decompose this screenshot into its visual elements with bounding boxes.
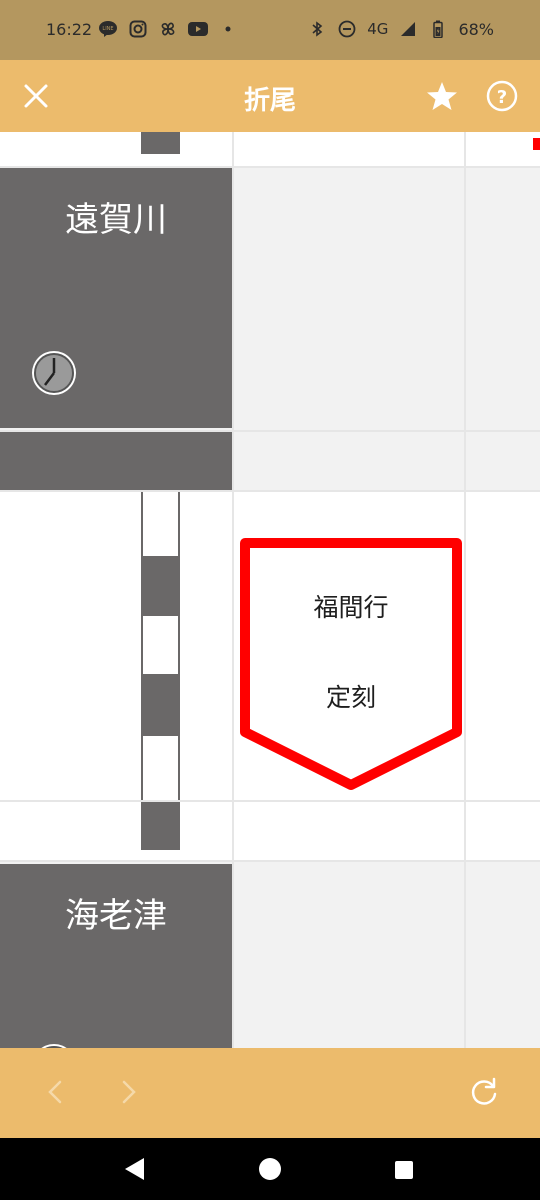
battery-percent: 68% <box>458 19 494 39</box>
clock-icon[interactable] <box>30 349 78 401</box>
row-cell <box>234 802 464 860</box>
svg-text:?: ? <box>497 87 507 108</box>
rail-segment <box>141 736 180 800</box>
rail-segment <box>141 492 180 556</box>
bottom-bar <box>0 1048 540 1138</box>
row-cell <box>0 802 232 860</box>
chevron-right-icon[interactable] <box>110 1074 146 1110</box>
rail-segment <box>141 674 180 736</box>
train-destination: 福間行 <box>313 593 389 622</box>
grid-line <box>0 430 540 432</box>
top-row-cell <box>234 132 464 166</box>
network-type: 4G <box>367 20 389 38</box>
top-row-cell <box>0 132 232 166</box>
grid-line <box>0 166 540 168</box>
svg-text:LINE: LINE <box>102 26 113 32</box>
help-icon[interactable]: ? <box>484 78 520 114</box>
rail-segment <box>141 132 180 154</box>
instagram-icon <box>128 19 148 39</box>
battery-icon <box>428 19 448 39</box>
grid-line <box>0 490 540 492</box>
timetable-grid[interactable]: 遠賀川 海老津 福間行 定刻 <box>0 132 540 1048</box>
train-row-cell <box>466 492 540 800</box>
top-row-cell <box>466 132 540 166</box>
home-icon[interactable] <box>258 1157 282 1185</box>
status-time: 16:22 <box>46 20 93 39</box>
status-bar: 16:22 LINE 4G 68% <box>0 0 540 60</box>
youtube-icon <box>188 19 208 39</box>
train-row-cell <box>0 492 232 800</box>
rail-segment <box>141 802 180 850</box>
line-icon: LINE <box>98 19 118 39</box>
grid-line <box>464 132 466 1048</box>
partial-marker <box>533 138 540 150</box>
rail-segment <box>141 556 180 616</box>
chevron-left-icon[interactable] <box>38 1074 74 1110</box>
status-left-icons: LINE <box>98 19 238 39</box>
train-marker[interactable] <box>238 536 464 792</box>
dnd-icon <box>337 19 357 39</box>
grid-line <box>232 132 234 1048</box>
train-status: 定刻 <box>325 683 376 712</box>
grid-line <box>0 800 540 802</box>
dot-icon <box>218 19 238 39</box>
refresh-icon[interactable] <box>466 1074 502 1110</box>
station-name: 遠賀川 <box>65 200 167 240</box>
row-cell <box>466 802 540 860</box>
bluetooth-icon <box>307 19 327 39</box>
station-name: 海老津 <box>65 896 167 936</box>
status-right-icons: 4G 68% <box>307 19 494 39</box>
recents-icon[interactable] <box>394 1160 414 1184</box>
grid-line <box>0 860 540 862</box>
star-icon[interactable] <box>424 78 460 114</box>
rail-segment <box>141 616 180 674</box>
pinwheel-icon <box>158 19 178 39</box>
signal-icon <box>398 19 418 39</box>
station-platform-strip <box>0 432 232 490</box>
system-nav-bar <box>0 1138 540 1200</box>
app-bar: 折尾 ? <box>0 60 540 132</box>
back-icon[interactable] <box>122 1156 146 1186</box>
